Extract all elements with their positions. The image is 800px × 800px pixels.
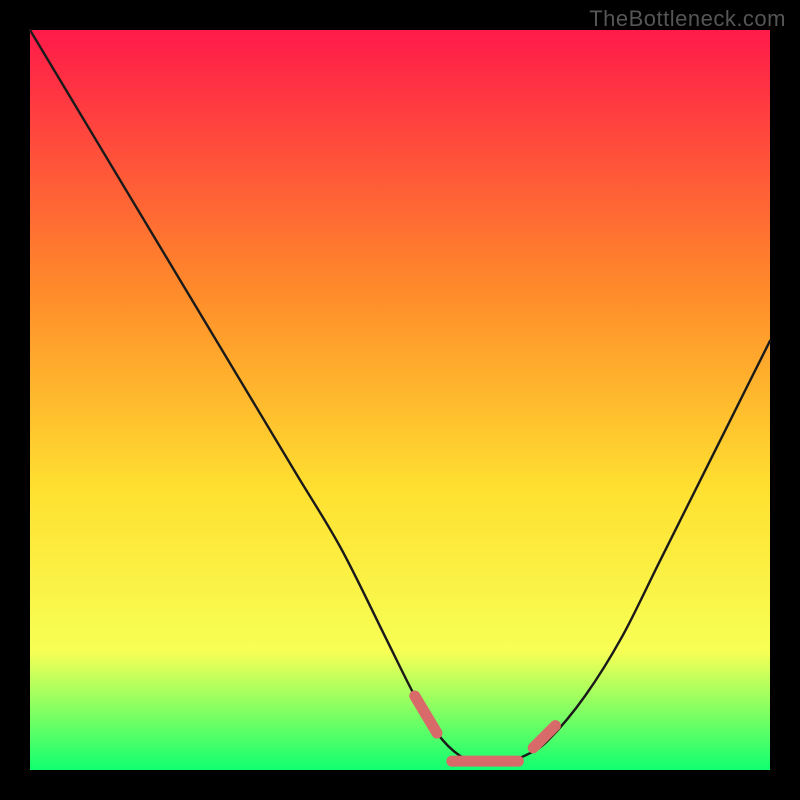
chart-frame: TheBottleneck.com <box>0 0 800 800</box>
bottleneck-chart <box>0 0 800 800</box>
gradient-background <box>30 30 770 770</box>
watermark-text: TheBottleneck.com <box>589 6 786 32</box>
